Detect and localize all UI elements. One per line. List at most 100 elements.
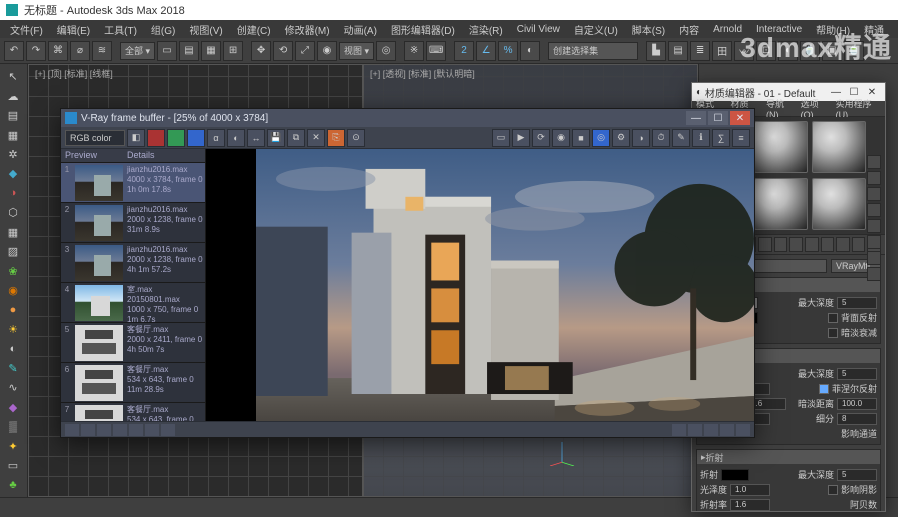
vfb-track-icon[interactable]: ⊙ <box>347 129 365 147</box>
vfb-stat-1[interactable] <box>65 424 79 436</box>
vfb-history-item[interactable]: 1jianzhu2016.max4000 x 3784, frame 01h 0… <box>61 163 205 203</box>
refl-max-depth-spinner[interactable]: 5 <box>837 368 877 380</box>
vfb-stat-8[interactable] <box>672 424 686 436</box>
vfb-history-item[interactable]: 7客餐厅.max534 x 643, frame 04h 4m 21.7s <box>61 403 205 421</box>
lt-sphere-icon[interactable]: ● <box>2 301 24 318</box>
mated-copy-button[interactable] <box>758 237 772 252</box>
mated-matlib-button[interactable] <box>867 267 881 281</box>
vfb-stat-5[interactable] <box>129 424 143 436</box>
mated-makeunique-button[interactable] <box>774 237 788 252</box>
vfb-stat-6[interactable] <box>145 424 159 436</box>
ribbon-toggle-button[interactable]: 田 <box>712 41 732 61</box>
viewport-persp-label[interactable]: [+] [透视] [标准] [默认明暗] <box>370 67 475 80</box>
mated-showend-button[interactable] <box>836 237 850 252</box>
mated-putlib-button[interactable] <box>789 237 803 252</box>
vfb-pick-icon[interactable]: ✎ <box>672 129 690 147</box>
vfb-stat-7[interactable] <box>161 424 175 436</box>
viewport-top-label[interactable]: [+] [顶] [标准] [线框] <box>35 67 113 80</box>
render-button[interactable]: 🍵 <box>844 41 864 61</box>
vfb-stat-10[interactable] <box>704 424 718 436</box>
mated-bg-button[interactable] <box>867 187 881 201</box>
vfb-red-icon[interactable] <box>147 129 165 147</box>
vfb-minimize-button[interactable]: — <box>686 111 706 125</box>
window-cross-button[interactable]: ⊞ <box>223 41 243 61</box>
refr-maxdepth-spinner[interactable]: 5 <box>837 469 877 481</box>
snap-angle-button[interactable]: ∠ <box>476 41 496 61</box>
lt-paint-icon[interactable]: ✎ <box>2 360 24 377</box>
vfb-copy-icon[interactable]: ⎘ <box>327 129 345 147</box>
vfb-stats-icon[interactable]: ∑ <box>712 129 730 147</box>
menu-view[interactable]: 视图(V) <box>183 20 228 39</box>
refr-swatch[interactable] <box>721 469 749 481</box>
mated-sample-type-button[interactable] <box>867 155 881 169</box>
placement-button[interactable]: ◉ <box>317 41 337 61</box>
menu-edit[interactable]: 编辑(E) <box>51 20 96 39</box>
curve-editor-button[interactable]: 〰 <box>734 41 754 61</box>
fresnel-checkbox[interactable] <box>819 384 829 394</box>
menu-content[interactable]: 内容 <box>673 20 705 39</box>
vfb-history-item[interactable]: 6客餐厅.max534 x 643, frame 011m 28.9s <box>61 363 205 403</box>
mated-video-button[interactable] <box>867 219 881 233</box>
vfb-render-icon[interactable]: ▶ <box>512 129 530 147</box>
vfb-mono-icon[interactable]: ◐ <box>227 129 245 147</box>
menu-render[interactable]: 渲染(R) <box>463 20 509 39</box>
vfb-render-view[interactable] <box>206 149 754 421</box>
lt-mass-icon[interactable]: ◆ <box>2 398 24 415</box>
lt-model-icon[interactable]: ◆ <box>2 165 24 182</box>
vfb-history-item[interactable]: 5客餐厅.max2000 x 2411, frame 04h 50m 7s <box>61 323 205 363</box>
vfb-close-button[interactable]: ✕ <box>730 111 750 125</box>
pivot-button[interactable]: ◎ <box>376 41 396 61</box>
refcoord-dropdown[interactable]: 视图 ▾ <box>339 42 374 60</box>
select-button[interactable]: ▭ <box>157 41 177 61</box>
lt-select-icon[interactable]: ↖ <box>2 68 24 85</box>
snap-pct-button[interactable]: % <box>498 41 518 61</box>
layers-button[interactable]: ≣ <box>690 41 710 61</box>
menu-group[interactable]: 组(G) <box>145 20 181 39</box>
vfb-rgb-icon[interactable]: ◧ <box>127 129 145 147</box>
selection-filter-dropdown[interactable]: 全部 ▾ <box>120 42 155 60</box>
vfb-history-item[interactable]: 4室.max 20150801.max1000 x 750, frame 01m… <box>61 283 205 323</box>
vfb-green-icon[interactable] <box>167 129 185 147</box>
mated-select-button[interactable] <box>867 251 881 265</box>
vfb-ipr-icon[interactable]: ◉ <box>552 129 570 147</box>
lt-lock-icon[interactable]: ▦ <box>2 126 24 143</box>
vfb-history-list[interactable]: 1jianzhu2016.max4000 x 3784, frame 01h 0… <box>61 163 205 421</box>
menu-tools[interactable]: 工具(T) <box>98 20 143 39</box>
mated-showmap-button[interactable] <box>821 237 835 252</box>
menu-file[interactable]: 文件(F) <box>4 20 49 39</box>
vfb-log-icon[interactable]: ≡ <box>732 129 750 147</box>
lt-sun-icon[interactable]: ☀ <box>2 321 24 338</box>
shadow-checkbox[interactable] <box>828 485 838 495</box>
menu-script[interactable]: 脚本(S) <box>626 20 671 39</box>
mated-gopar-button[interactable] <box>852 237 866 252</box>
mated-backlight-button[interactable] <box>867 171 881 185</box>
vfb-maximize-button[interactable]: ☐ <box>708 111 728 125</box>
vfb-debug-icon[interactable]: ⚙ <box>612 129 630 147</box>
vfb-stat-3[interactable] <box>97 424 111 436</box>
vfb-info-icon[interactable]: ℹ <box>692 129 710 147</box>
mated-matid-button[interactable] <box>805 237 819 252</box>
lt-tree-icon[interactable]: ♣ <box>2 476 24 493</box>
lt-asset-icon[interactable]: ✲ <box>2 146 24 163</box>
lt-uv-icon[interactable]: ▦ <box>2 224 24 241</box>
lt-unwrap-icon[interactable]: ▨ <box>2 243 24 260</box>
lt-recent-icon[interactable]: ◑ <box>2 185 24 202</box>
lt-light-icon[interactable]: ✦ <box>2 437 24 454</box>
dim-checkbox[interactable] <box>828 328 838 338</box>
named-sel-dropdown[interactable]: 创建选择集 <box>548 42 638 60</box>
vfb-renderlast-icon[interactable]: ⟳ <box>532 129 550 147</box>
menu-arnold[interactable]: Arnold <box>707 22 748 37</box>
vfb-channel-dropdown[interactable]: RGB color <box>65 130 125 146</box>
manip-button[interactable]: ※ <box>404 41 424 61</box>
unlink-button[interactable]: ⌀ <box>70 41 90 61</box>
vfb-lens-icon[interactable]: ◎ <box>592 129 610 147</box>
material-slot-3[interactable] <box>812 121 866 173</box>
rotate-button[interactable]: ⟲ <box>273 41 293 61</box>
menu-civilview[interactable]: Civil View <box>511 22 566 37</box>
vfb-stat-9[interactable] <box>688 424 702 436</box>
mated-uv-button[interactable] <box>867 203 881 217</box>
refr-header[interactable]: ▸ 折射 <box>697 450 880 464</box>
move-button[interactable]: ✥ <box>251 41 271 61</box>
snap-2d-button[interactable]: 2 <box>454 41 474 61</box>
vfb-stat-11[interactable] <box>720 424 734 436</box>
